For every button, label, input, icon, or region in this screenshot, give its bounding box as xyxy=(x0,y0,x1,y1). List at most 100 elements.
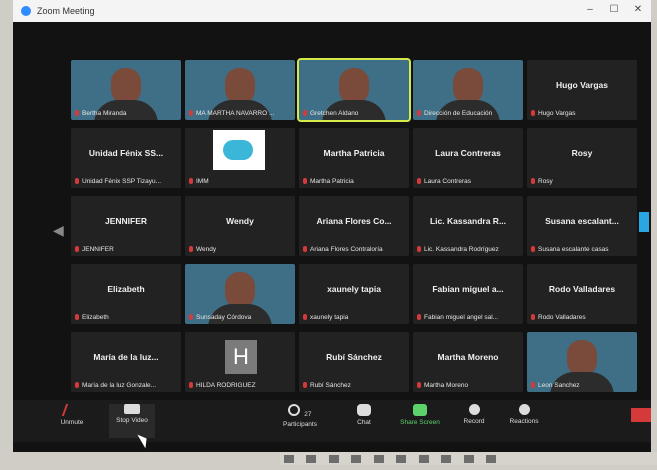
next-page-icon[interactable] xyxy=(639,212,649,232)
participant-tile[interactable]: Martha Patricia Martha Patricia xyxy=(299,128,409,188)
participant-name-label: xaunely tapia xyxy=(303,314,407,321)
participant-name-label: Dirección de Educación xyxy=(417,110,521,117)
participant-tile[interactable]: Unidad Fénix SS... Unidad Fénix SSP Tizay… xyxy=(71,128,181,188)
chat-button[interactable]: Chat xyxy=(341,404,387,426)
muted-mic-icon xyxy=(303,246,307,252)
participant-name: Sunsaday Córdova xyxy=(196,314,252,321)
participant-video xyxy=(225,68,255,104)
participant-display-name: Laura Contreras xyxy=(435,148,501,158)
taskbar-app-icon[interactable] xyxy=(306,455,317,463)
participant-name: IMM xyxy=(196,178,209,185)
participant-tile[interactable]: Rosy Rosy xyxy=(527,128,637,188)
taskbar-app-icon[interactable] xyxy=(486,455,497,463)
muted-mic-icon xyxy=(417,246,421,252)
participant-tile[interactable]: Ariana Flores Co... Ariana Flores Contral… xyxy=(299,196,409,256)
participant-tile[interactable]: IMM xyxy=(185,128,295,188)
participants-button[interactable]: 27 Participants xyxy=(275,404,325,428)
muted-mic-icon xyxy=(303,314,307,320)
taskbar-app-icon[interactable] xyxy=(328,455,339,463)
gallery-view: Bertha Miranda MA MARTHA NAVARRO ... Gretc… xyxy=(71,58,637,392)
participant-name: HILDA RODRIGUEZ xyxy=(196,382,256,389)
muted-mic-icon xyxy=(189,314,193,320)
participant-tile[interactable]: Elizabeth Elizabeth xyxy=(71,264,181,324)
record-label: Record xyxy=(463,418,485,425)
participant-display-name: Rosy xyxy=(571,148,593,158)
participant-tile[interactable]: Gretchen Aldano xyxy=(297,58,411,122)
participant-tile[interactable]: Laura Contreras Laura Contreras xyxy=(413,128,523,188)
participant-tile[interactable]: Lic. Kassandra R... Lic. Kassandra Rodríg… xyxy=(413,196,523,256)
reactions-button[interactable]: Reactions xyxy=(501,404,547,425)
participant-tile[interactable]: Hugo Vargas Hugo Vargas xyxy=(527,60,637,120)
participant-display-name: Fabian miguel a... xyxy=(432,284,504,294)
participant-tile[interactable]: H HILDA RODRIGUEZ xyxy=(185,332,295,392)
participant-video xyxy=(225,272,255,308)
participant-name-label: Martha Patricia xyxy=(303,178,407,185)
participant-avatar: H xyxy=(225,340,257,374)
close-icon[interactable]: ✕ xyxy=(631,4,645,15)
participant-name: Lic. Kassandra Rodríguez xyxy=(424,246,499,253)
minimize-icon[interactable]: – xyxy=(583,4,597,15)
participant-name: Dirección de Educación xyxy=(424,110,493,117)
participant-tile[interactable]: JENNIFER JENNIFER xyxy=(71,196,181,256)
participant-name: Wendy xyxy=(196,246,217,253)
participant-name: Martha Patricia xyxy=(310,178,354,185)
share-screen-button[interactable]: Share Screen xyxy=(395,404,445,426)
taskbar-app-icon[interactable] xyxy=(396,455,407,463)
participant-tile[interactable]: Rubí Sánchez Rubí Sánchez xyxy=(299,332,409,392)
participant-name-label: María de la luz Gonzale... xyxy=(75,382,179,389)
muted-mic-icon xyxy=(303,178,307,184)
record-button[interactable]: Record xyxy=(451,404,497,425)
participants-label: Participants xyxy=(283,421,317,428)
previous-page-icon[interactable]: ◀ xyxy=(53,222,64,239)
participant-display-name: Susana escalant... xyxy=(545,216,619,226)
taskbar-app-icon[interactable] xyxy=(418,455,429,463)
stop-video-button[interactable]: Stop Video xyxy=(109,404,155,438)
participant-tile[interactable]: Susana escalant... Susana escalante casas xyxy=(527,196,637,256)
muted-mic-icon xyxy=(75,110,79,116)
muted-mic-icon xyxy=(303,110,307,116)
muted-mic-icon xyxy=(531,110,535,116)
muted-mic-icon xyxy=(531,314,535,320)
taskbar-app-icon[interactable] xyxy=(284,455,294,463)
participant-tile[interactable]: Wendy Wendy xyxy=(185,196,295,256)
muted-mic-icon xyxy=(189,382,193,388)
participant-name: Rosy xyxy=(538,178,553,185)
participant-tile[interactable]: Rodo Valladares Rodo Valladares xyxy=(527,264,637,324)
participant-tile[interactable]: Leon Sanchez xyxy=(527,332,637,392)
participant-name: Rubí Sánchez xyxy=(310,382,351,389)
participant-name: Unidad Fénix SSP Tizayu... xyxy=(82,178,162,185)
participant-tile[interactable]: María de la luz... María de la luz Gonzal… xyxy=(71,332,181,392)
participant-tile[interactable]: xaunely tapia xaunely tapia xyxy=(299,264,409,324)
taskbar-app-icon[interactable] xyxy=(373,455,384,463)
participant-name-label: Hugo Vargas xyxy=(531,110,635,117)
participant-name: Ariana Flores Contraloría xyxy=(310,246,383,253)
participant-display-name: Martha Moreno xyxy=(437,352,499,362)
unmute-button[interactable]: Unmute xyxy=(49,404,95,426)
participant-display-name: Wendy xyxy=(226,216,254,226)
chat-label: Chat xyxy=(357,419,371,426)
participant-name-label: Elizabeth xyxy=(75,314,179,321)
participant-video xyxy=(453,68,483,104)
muted-mic-icon xyxy=(531,178,535,184)
participant-tile[interactable]: Sunsaday Córdova xyxy=(185,264,295,324)
taskbar-app-icon[interactable] xyxy=(463,455,474,463)
participant-tile[interactable]: Bertha Miranda xyxy=(71,60,181,120)
participant-tile[interactable]: MA MARTHA NAVARRO ... xyxy=(185,60,295,120)
participant-tile[interactable]: Dirección de Educación xyxy=(413,60,523,120)
muted-mic-icon xyxy=(75,246,79,252)
taskbar-app-icon[interactable] xyxy=(351,455,362,463)
muted-mic-icon xyxy=(417,110,421,116)
muted-mic-icon xyxy=(75,382,79,388)
participants-icon xyxy=(288,404,301,416)
participant-video xyxy=(567,340,597,376)
taskbar-app-icon[interactable] xyxy=(441,455,452,463)
end-meeting-button[interactable] xyxy=(631,408,651,422)
muted-mic-icon xyxy=(531,382,535,388)
maximize-icon[interactable]: ☐ xyxy=(607,4,621,15)
participant-tile[interactable]: Fabian miguel a... Fabian miguel angel sa… xyxy=(413,264,523,324)
muted-mic-icon xyxy=(75,178,79,184)
participant-name: Fabian miguel angel sal... xyxy=(424,314,499,321)
participant-display-name: María de la luz... xyxy=(93,352,159,362)
participant-tile[interactable]: Martha Moreno Martha Moreno xyxy=(413,332,523,392)
reactions-icon xyxy=(518,404,530,415)
